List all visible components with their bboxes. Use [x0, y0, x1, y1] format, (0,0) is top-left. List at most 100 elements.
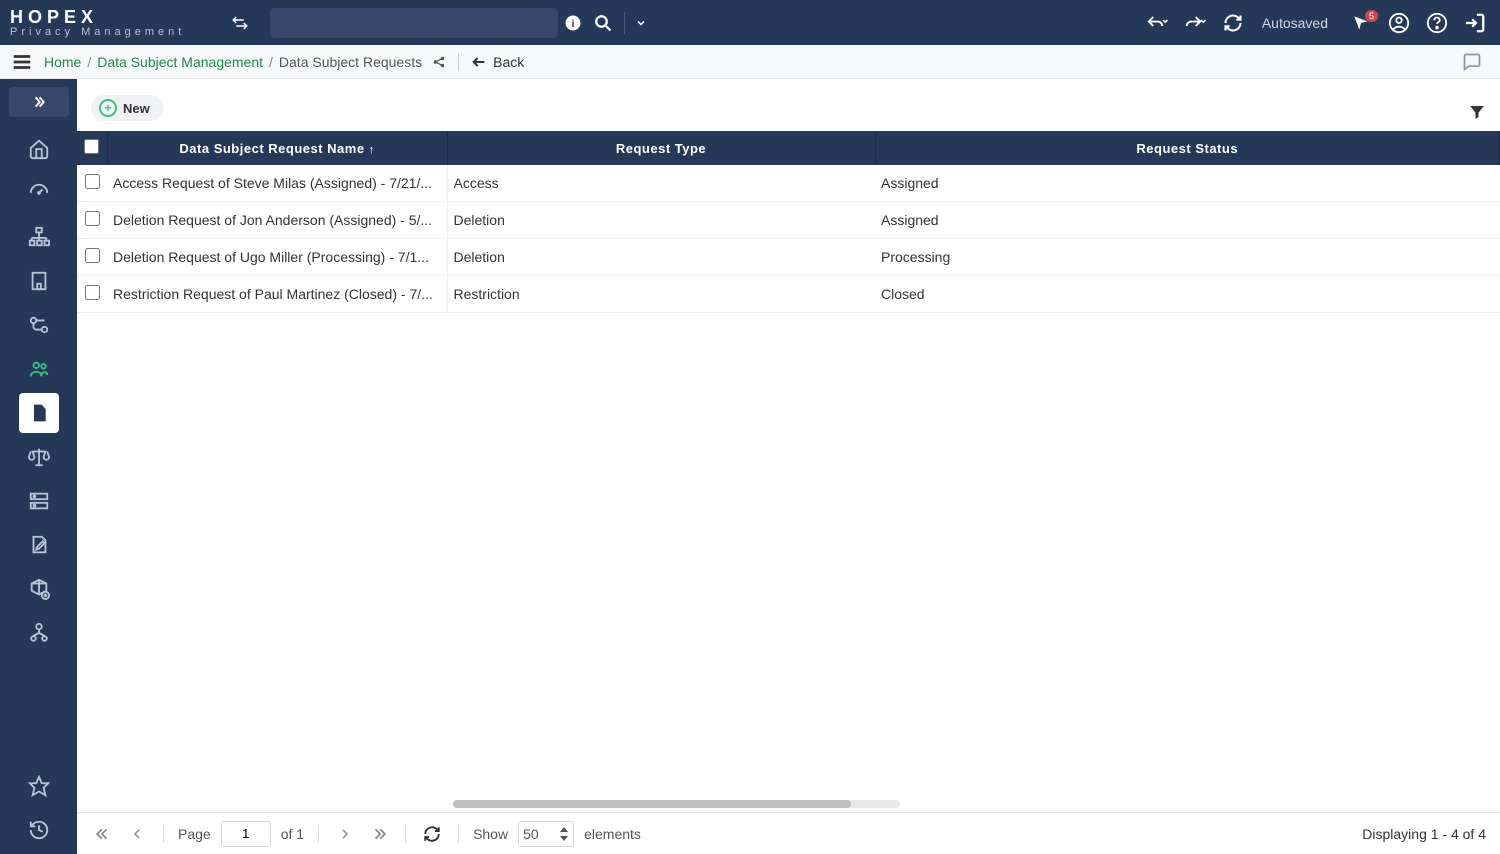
- prev-page-button[interactable]: [125, 822, 149, 846]
- select-all-checkbox[interactable]: [84, 139, 99, 154]
- edit-document-icon[interactable]: [19, 525, 59, 565]
- display-summary: Displaying 1 - 4 of 4: [1362, 826, 1486, 842]
- data-table: Data Subject Request Name↑ Request Type …: [77, 131, 1500, 812]
- menu-toggle-icon[interactable]: [0, 45, 44, 79]
- horizontal-scrollbar[interactable]: [453, 800, 900, 808]
- row-checkbox[interactable]: [85, 174, 100, 189]
- cell-status: Assigned: [875, 165, 1500, 202]
- pager-divider: [458, 825, 459, 843]
- row-checkbox[interactable]: [85, 248, 100, 263]
- row-checkbox[interactable]: [85, 285, 100, 300]
- show-label: Show: [473, 826, 508, 842]
- document-icon[interactable]: [19, 393, 59, 433]
- scrollbar-thumb[interactable]: [453, 800, 851, 808]
- plus-icon: +: [99, 99, 117, 117]
- main-content: + New Data Subject Request Name↑ Request…: [77, 79, 1500, 854]
- breadcrumb-home[interactable]: Home: [44, 54, 81, 70]
- logout-icon[interactable]: [1460, 0, 1490, 45]
- pager-divider: [405, 825, 406, 843]
- table-row[interactable]: Deletion Request of Jon Anderson (Assign…: [77, 202, 1500, 239]
- row-checkbox[interactable]: [85, 211, 100, 226]
- balance-icon[interactable]: [19, 437, 59, 477]
- comment-icon[interactable]: [1462, 52, 1482, 72]
- toolbar: + New: [77, 79, 1500, 131]
- new-button[interactable]: + New: [91, 95, 164, 121]
- info-icon[interactable]: i: [558, 0, 588, 45]
- redo-button[interactable]: [1180, 0, 1210, 45]
- cell-name[interactable]: Restriction Request of Paul Martinez (Cl…: [107, 276, 447, 313]
- app-header: HOPEX Privacy Management i Autosaved 5: [0, 0, 1500, 45]
- sidebar: [0, 79, 77, 854]
- next-page-button[interactable]: [333, 822, 357, 846]
- cell-name[interactable]: Deletion Request of Jon Anderson (Assign…: [107, 202, 447, 239]
- history-icon[interactable]: [19, 810, 59, 850]
- org-chart-icon[interactable]: [19, 217, 59, 257]
- cell-status: Processing: [875, 239, 1500, 276]
- process-icon[interactable]: [19, 305, 59, 345]
- cell-name[interactable]: Access Request of Steve Milas (Assigned)…: [107, 165, 447, 202]
- main-layout: + New Data Subject Request Name↑ Request…: [0, 79, 1500, 854]
- help-icon[interactable]: [1422, 0, 1452, 45]
- cube-plus-icon[interactable]: [19, 569, 59, 609]
- users-icon[interactable]: [19, 349, 59, 389]
- column-status[interactable]: Request Status: [875, 131, 1500, 165]
- autosaved-label: Autosaved: [1262, 15, 1328, 31]
- cell-status: Closed: [875, 276, 1500, 313]
- sidebar-expand-button[interactable]: [9, 87, 69, 117]
- column-name[interactable]: Data Subject Request Name↑: [107, 131, 447, 165]
- last-page-button[interactable]: [367, 822, 391, 846]
- notifications-icon[interactable]: 5: [1346, 0, 1376, 45]
- cell-name[interactable]: Deletion Request of Ugo Miller (Processi…: [107, 239, 447, 276]
- table-row[interactable]: Deletion Request of Ugo Miller (Processi…: [77, 239, 1500, 276]
- pagination-bar: Page of 1 Show 50 elements Displaying 1 …: [77, 812, 1500, 854]
- undo-button[interactable]: [1142, 0, 1172, 45]
- breadcrumb-current: Data Subject Requests: [279, 54, 422, 70]
- header-divider: [624, 12, 625, 34]
- back-button[interactable]: Back: [471, 54, 524, 70]
- pager-divider: [163, 825, 164, 843]
- back-label: Back: [493, 54, 524, 70]
- divider: [458, 53, 459, 71]
- page-input[interactable]: [221, 821, 271, 847]
- logo: HOPEX Privacy Management: [10, 8, 185, 38]
- page-label: Page: [178, 826, 211, 842]
- user-icon[interactable]: [1384, 0, 1414, 45]
- search-input[interactable]: [270, 8, 558, 38]
- breadcrumb-bar: Home / Data Subject Management / Data Su…: [0, 45, 1500, 79]
- swap-icon[interactable]: [225, 0, 255, 45]
- hierarchy-user-icon[interactable]: [19, 613, 59, 653]
- svg-text:i: i: [572, 17, 575, 29]
- filter-icon[interactable]: [1468, 103, 1486, 121]
- stepper-icon: [559, 827, 569, 841]
- chevron-down-icon[interactable]: [631, 0, 651, 45]
- sort-asc-icon: ↑: [369, 144, 375, 156]
- notification-badge: 5: [1365, 10, 1378, 22]
- page-size-select[interactable]: 50: [518, 821, 574, 847]
- app-name: HOPEX: [10, 8, 185, 26]
- select-all-header[interactable]: [77, 131, 107, 165]
- cell-type: Deletion: [447, 239, 875, 276]
- page-of-label: of 1: [281, 826, 304, 842]
- first-page-button[interactable]: [91, 822, 115, 846]
- breadcrumb-parent[interactable]: Data Subject Management: [97, 54, 263, 70]
- cell-type: Deletion: [447, 202, 875, 239]
- refresh-page-button[interactable]: [420, 822, 444, 846]
- table-row[interactable]: Restriction Request of Paul Martinez (Cl…: [77, 276, 1500, 313]
- refresh-icon[interactable]: [1218, 0, 1248, 45]
- breadcrumb-sep: /: [269, 54, 273, 70]
- dashboard-icon[interactable]: [19, 173, 59, 213]
- search-icon[interactable]: [588, 0, 618, 45]
- header-actions: Autosaved 5: [1142, 0, 1490, 45]
- column-type[interactable]: Request Type: [447, 131, 875, 165]
- home-icon[interactable]: [19, 129, 59, 169]
- app-subtitle: Privacy Management: [10, 26, 185, 38]
- table-row[interactable]: Access Request of Steve Milas (Assigned)…: [77, 165, 1500, 202]
- share-icon[interactable]: [432, 55, 446, 69]
- cell-type: Access: [447, 165, 875, 202]
- new-label: New: [123, 101, 150, 116]
- breadcrumb-sep: /: [87, 54, 91, 70]
- building-icon[interactable]: [19, 261, 59, 301]
- cell-type: Restriction: [447, 276, 875, 313]
- favorite-icon[interactable]: [19, 766, 59, 806]
- server-icon[interactable]: [19, 481, 59, 521]
